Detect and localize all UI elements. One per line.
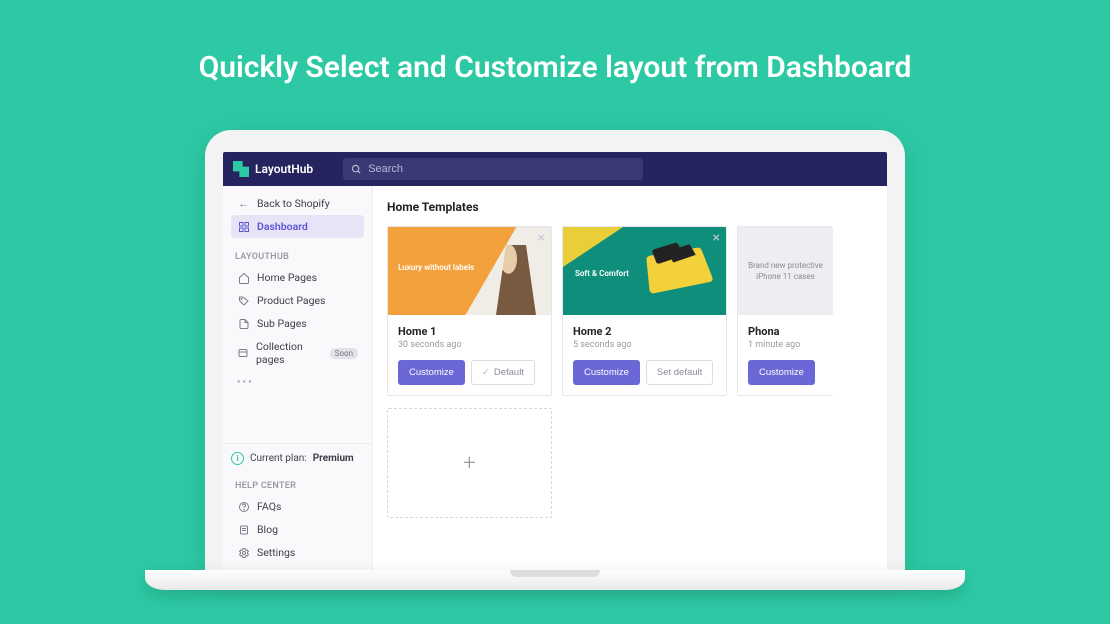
laptop-base [145, 570, 965, 590]
template-name: Phona [748, 325, 823, 338]
collection-icon [237, 347, 249, 359]
plan-prefix: Current plan: [250, 453, 307, 464]
gear-icon [237, 547, 250, 559]
thumbnail-caption: Brand new protective iPhone 11 cases [748, 260, 823, 282]
plus-icon: + [463, 451, 475, 476]
customize-button[interactable]: Customize [573, 360, 640, 385]
topbar: LayoutHub [223, 152, 887, 186]
sidebar-item-label: Collection pages [256, 340, 323, 366]
sidebar: ← Back to Shopify Dashboard LAYOUTHUB [223, 186, 373, 570]
template-time: 5 seconds ago [573, 340, 716, 350]
tag-icon [237, 295, 250, 307]
main-content: Home Templates × Luxury without labels [373, 186, 887, 570]
plan-row[interactable]: i Current plan: Premium [223, 443, 372, 473]
add-template-card[interactable]: + [387, 408, 552, 518]
template-card: × Soft & Comfort Home 2 5 seconds ago Cu… [562, 226, 727, 396]
customize-button[interactable]: Customize [398, 360, 465, 385]
back-to-shopify[interactable]: ← Back to Shopify [231, 192, 364, 215]
sidebar-item-product-pages[interactable]: Product Pages [231, 289, 364, 312]
template-cards-row: × Luxury without labels Home 1 30 second… [387, 226, 873, 396]
blog-icon [237, 524, 250, 536]
plan-value: Premium [313, 453, 354, 464]
sidebar-item-label: Dashboard [257, 220, 308, 233]
search-bar[interactable] [343, 158, 643, 180]
template-card: × Luxury without labels Home 1 30 second… [387, 226, 552, 396]
thumbnail-caption: Soft & Comfort [575, 269, 629, 278]
customize-button[interactable]: Customize [748, 360, 815, 385]
search-input[interactable] [368, 163, 635, 175]
sidebar-item-home-pages[interactable]: Home Pages [231, 266, 364, 289]
sidebar-item-label: Blog [257, 523, 278, 536]
template-time: 30 seconds ago [398, 340, 541, 350]
page-title: Home Templates [387, 200, 873, 214]
grid-icon [237, 221, 250, 233]
template-time: 1 minute ago [748, 340, 823, 350]
template-thumbnail[interactable]: × Soft & Comfort [563, 227, 726, 315]
check-icon: ✓ [482, 367, 490, 378]
sidebar-item-collection-pages[interactable]: Collection pages Soon [231, 335, 364, 371]
sidebar-item-sub-pages[interactable]: Sub Pages [231, 312, 364, 335]
sidebar-item-blog[interactable]: Blog [231, 518, 364, 541]
brand-name: LayoutHub [255, 162, 313, 176]
close-icon[interactable]: × [713, 231, 720, 245]
sidebar-item-dashboard[interactable]: Dashboard [231, 215, 364, 238]
arrow-left-icon: ← [237, 197, 250, 210]
hero-title: Quickly Select and Customize layout from… [0, 0, 1110, 85]
sidebar-item-label: Back to Shopify [257, 197, 330, 210]
sidebar-item-label: Product Pages [257, 294, 325, 307]
close-icon[interactable]: × [538, 231, 545, 245]
sidebar-item-label: Settings [257, 546, 295, 559]
sidebar-item-label: FAQs [257, 500, 281, 513]
more-menu[interactable]: ••• [231, 371, 364, 392]
brand[interactable]: LayoutHub [233, 161, 313, 177]
sidebar-item-faqs[interactable]: FAQs [231, 495, 364, 518]
sidebar-section-label: LAYOUTHUB [223, 244, 372, 266]
page-icon [237, 318, 250, 330]
sidebar-item-settings[interactable]: Settings [231, 541, 364, 564]
sidebar-item-label: Sub Pages [257, 317, 307, 330]
default-button[interactable]: ✓Default [471, 360, 535, 385]
template-card: Brand new protective iPhone 11 cases Pho… [737, 226, 833, 396]
help-section-label: HELP CENTER [223, 473, 372, 495]
home-icon [237, 272, 250, 284]
help-icon [237, 501, 250, 513]
info-icon: i [231, 452, 244, 465]
template-thumbnail[interactable]: Brand new protective iPhone 11 cases [738, 227, 833, 315]
thumbnail-caption: Luxury without labels [398, 263, 474, 272]
brand-logo-icon [233, 161, 249, 177]
template-name: Home 2 [573, 325, 716, 338]
template-name: Home 1 [398, 325, 541, 338]
search-icon [351, 164, 362, 175]
sidebar-item-label: Home Pages [257, 271, 317, 284]
set-default-button[interactable]: Set default [646, 360, 713, 385]
soon-badge: Soon [330, 348, 358, 359]
laptop-mockup: LayoutHub ← Back to Shopify [205, 130, 905, 590]
template-thumbnail[interactable]: × Luxury without labels [388, 227, 551, 315]
